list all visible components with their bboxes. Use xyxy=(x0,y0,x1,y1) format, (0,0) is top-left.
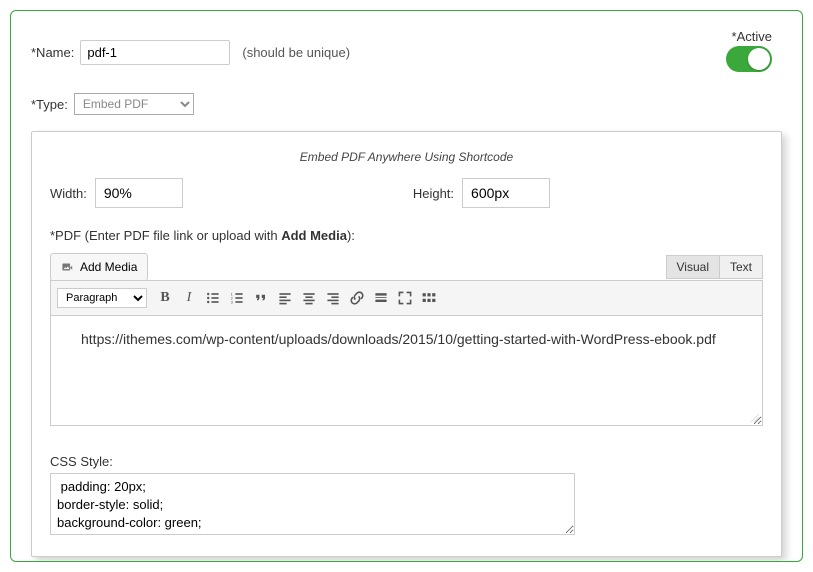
editor-toolbar: Paragraph B I 123 xyxy=(50,280,763,316)
tab-visual[interactable]: Visual xyxy=(666,255,720,279)
editor-content[interactable]: https://ithemes.com/wp-content/uploads/d… xyxy=(50,316,763,426)
bullet-list-button[interactable] xyxy=(201,286,225,310)
name-input[interactable] xyxy=(80,40,230,65)
css-style-label: CSS Style: xyxy=(50,454,763,469)
pdf-label-suffix: ): xyxy=(347,228,355,243)
numbered-list-button[interactable]: 123 xyxy=(225,286,249,310)
css-style-textarea[interactable] xyxy=(50,473,575,535)
active-toggle[interactable] xyxy=(726,46,772,72)
pdf-label-prefix: *PDF (Enter PDF file link or upload with xyxy=(50,228,281,243)
type-select[interactable]: Embed PDF xyxy=(74,93,194,115)
active-block: *Active xyxy=(726,29,782,75)
add-media-button[interactable]: Add Media xyxy=(50,253,148,281)
bold-button[interactable]: B xyxy=(153,286,177,310)
svg-text:3: 3 xyxy=(231,300,234,305)
type-field-block: *Type: Embed PDF xyxy=(31,93,782,115)
name-field-block: *Name: (should be unique) xyxy=(31,40,350,65)
name-label: *Name: xyxy=(31,45,74,60)
blockquote-button[interactable] xyxy=(249,286,273,310)
name-hint: (should be unique) xyxy=(242,45,350,60)
add-media-label: Add Media xyxy=(80,260,137,274)
css-style-block: CSS Style: xyxy=(50,454,763,538)
toggle-knob xyxy=(748,48,770,70)
width-block: Width: xyxy=(50,178,183,208)
active-label: *Active xyxy=(726,29,772,44)
editor-header-row: Add Media Visual Text xyxy=(50,253,763,281)
align-center-button[interactable] xyxy=(297,286,321,310)
width-label: Width: xyxy=(50,186,87,201)
editor-tabs: Visual Text xyxy=(667,255,763,279)
align-right-button[interactable] xyxy=(321,286,345,310)
format-select[interactable]: Paragraph xyxy=(57,288,147,308)
media-icon xyxy=(61,260,75,274)
pdf-field-label: *PDF (Enter PDF file link or upload with… xyxy=(50,228,763,243)
settings-panel: *Name: (should be unique) *Active *Type:… xyxy=(10,10,803,562)
tab-text[interactable]: Text xyxy=(719,255,763,279)
card-title: Embed PDF Anywhere Using Shortcode xyxy=(50,150,763,164)
height-block: Height: xyxy=(413,178,550,208)
italic-button[interactable]: I xyxy=(177,286,201,310)
type-label: *Type: xyxy=(31,97,68,112)
embed-card: Embed PDF Anywhere Using Shortcode Width… xyxy=(31,131,782,557)
toolbar-toggle-button[interactable] xyxy=(417,286,441,310)
read-more-button[interactable] xyxy=(369,286,393,310)
height-label: Height: xyxy=(413,186,454,201)
width-input[interactable] xyxy=(95,178,183,208)
height-input[interactable] xyxy=(462,178,550,208)
top-row: *Name: (should be unique) *Active xyxy=(31,29,782,75)
dimensions-row: Width: Height: xyxy=(50,178,763,208)
fullscreen-button[interactable] xyxy=(393,286,417,310)
link-button[interactable] xyxy=(345,286,369,310)
align-left-button[interactable] xyxy=(273,286,297,310)
pdf-label-bold: Add Media xyxy=(281,228,347,243)
